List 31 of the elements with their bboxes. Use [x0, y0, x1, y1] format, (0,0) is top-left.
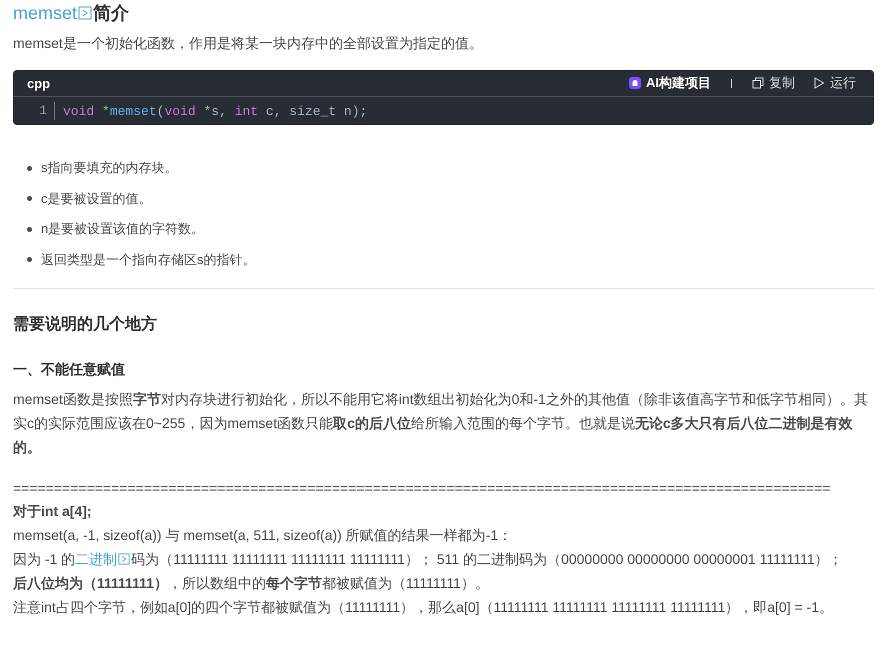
paragraph: memset函数是按照字节对内存块进行初始化，所以不能用它将int数组出初始化为0和-1之外的其他值（除非该值高字节和低字节相同）。其实c的实际范围应该在0~255，因为memset函数只能取c的后八位给所输入范围的每个字节。也就是说无论c多大只有后八位二进制是有效的。	[13, 390, 868, 457]
list-item-text: s指向要填充的内存块。	[41, 159, 178, 178]
code-line: void *memset(void *s, int c, size_t n);	[62, 104, 368, 118]
code-language: cpp	[27, 76, 50, 90]
list-item-text: c是要被设置的值。	[41, 190, 152, 208]
section-title: 简介	[93, 2, 130, 25]
code-action-button[interactable]: 复制	[748, 74, 799, 92]
bullet-dot	[27, 257, 32, 262]
code-action-button[interactable]: AI构建项目	[625, 74, 715, 92]
section-heading: 需要说明的几个地方	[13, 315, 158, 335]
list-item-text: 返回类型是一个指向存储区s的指针。	[41, 250, 256, 269]
code-action-button[interactable]: 运行	[809, 74, 860, 92]
text-line: 码为（11111111 11111111 11111111 11111111）； 511 的二进制码为（00000000 00000000 00000001 11111111）；	[131, 550, 843, 569]
external-link-icon	[118, 553, 130, 565]
text-line: 后八位均为（11111111），所以数组中的每个字节都被赋值为（11111111）。	[13, 574, 490, 593]
robot-icon	[629, 77, 641, 89]
bullet-dot	[27, 166, 32, 171]
external-link-icon	[78, 6, 92, 20]
text-line: 对于int a[4];	[13, 502, 93, 521]
play-icon	[813, 77, 825, 89]
text-line: 因为 -1 的	[13, 550, 76, 569]
text-line: 注意int占四个字节，例如a[0]的四个字节都被赋值为（11111111），那么a[0]（11111111 11111111 11111111 11111111），即a[0] = -1。	[13, 598, 834, 617]
line-number: 1	[13, 102, 55, 120]
separator-text: ====================================================================================================	[13, 479, 832, 498]
intro-text: memset是一个初始化函数，作用是将某一块内存中的全部设置为指定的值。	[13, 34, 484, 53]
list-item-text: n是要被设置该值的字符数。	[41, 220, 204, 238]
text-line: memset(a, -1, sizeof(a)) 与 memset(a, 511, sizeof(a)) 所赋值的结果一样都为-1：	[13, 526, 514, 545]
copy-icon	[752, 77, 764, 89]
subheading: 一、不能任意赋值	[13, 360, 126, 379]
bullet-dot	[27, 226, 32, 232]
bullet-dot	[27, 196, 32, 202]
